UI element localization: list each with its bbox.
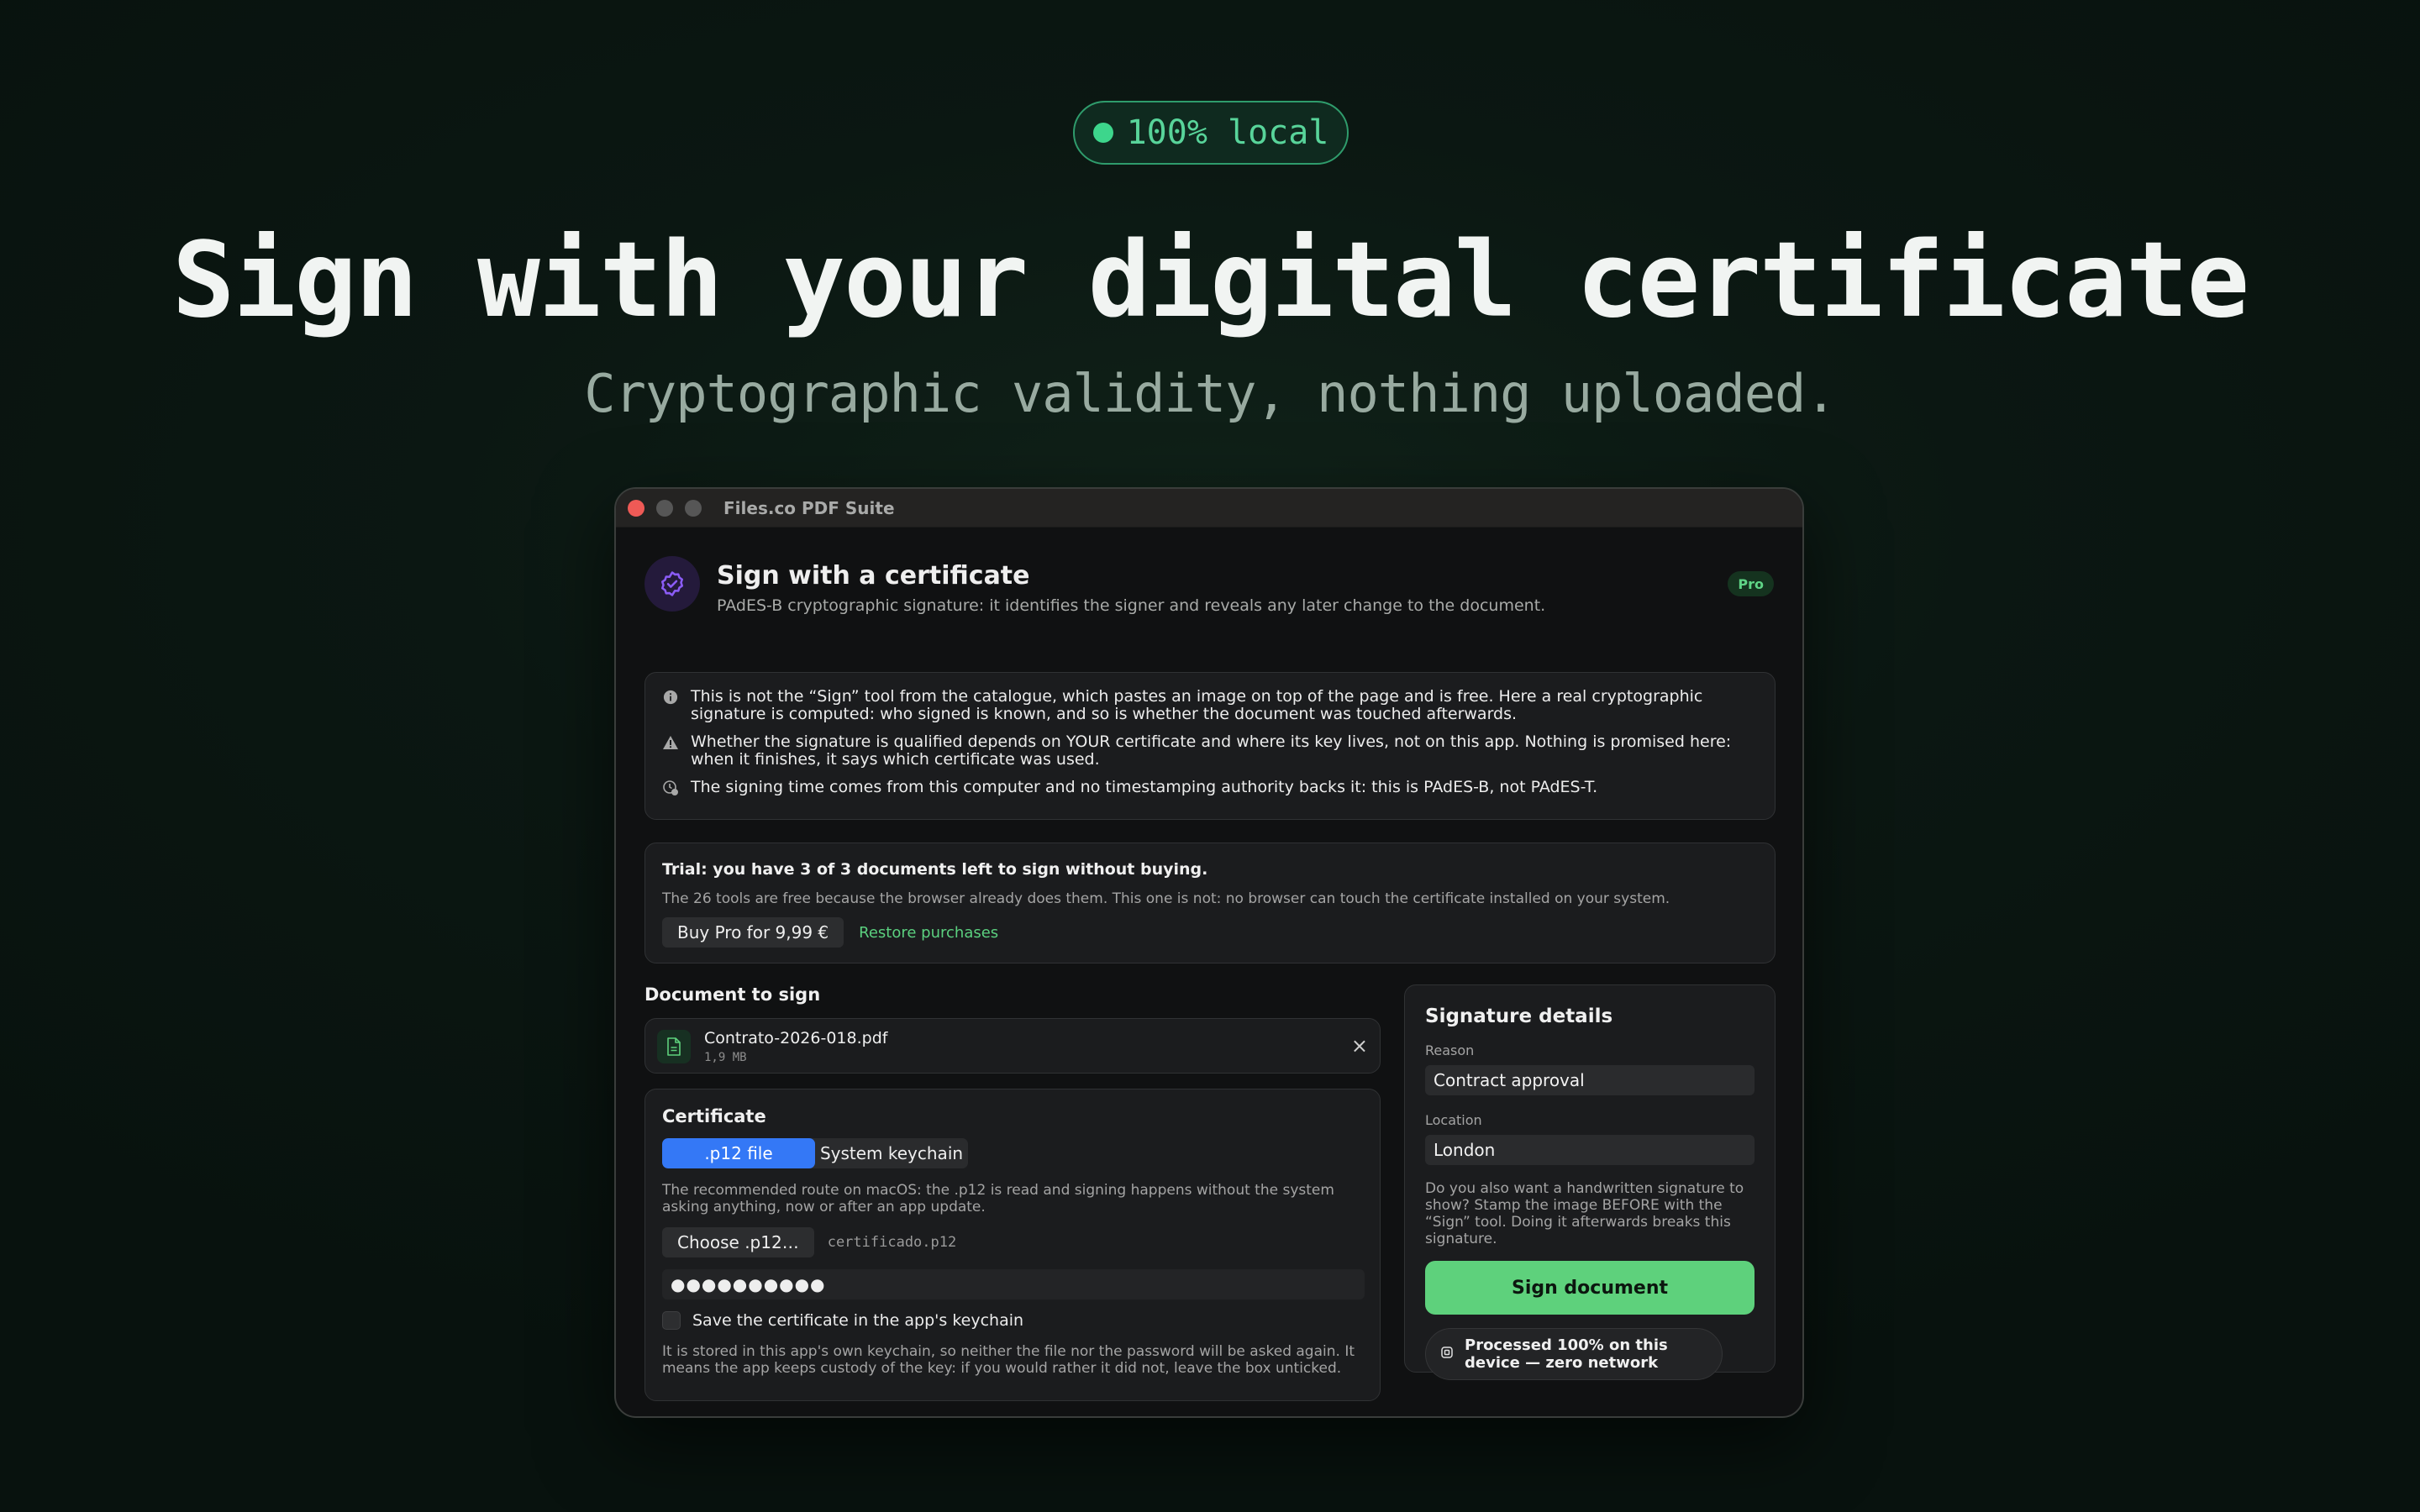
chip-icon xyxy=(1439,1345,1455,1363)
handwritten-note: Do you also want a handwritten signature… xyxy=(1425,1180,1744,1247)
local-badge-label: 100% local xyxy=(1126,113,1329,152)
location-label: Location xyxy=(1425,1112,1482,1128)
certificate-source-segmented-control: .p12 file System keychain xyxy=(662,1138,968,1168)
certificate-card: Certificate .p12 file System keychain Th… xyxy=(644,1089,1381,1401)
password-field[interactable]: ●●●●●●●●●● xyxy=(662,1269,1365,1299)
choose-p12-button[interactable]: Choose .p12… xyxy=(662,1227,814,1257)
zoom-window-button[interactable] xyxy=(685,499,702,517)
warning-icon xyxy=(662,734,679,751)
window-titlebar: Files.co PDF Suite xyxy=(616,489,1802,528)
pdf-file-icon xyxy=(657,1030,691,1063)
note-item: This is not the “Sign” tool from the cat… xyxy=(662,688,1758,723)
chosen-file-name: certificado.p12 xyxy=(827,1234,957,1251)
info-icon xyxy=(662,689,679,706)
trial-card: Trial: you have 3 of 3 documents left to… xyxy=(644,843,1776,963)
remove-file-close-icon[interactable]: × xyxy=(1351,1034,1368,1058)
trial-subtext: The 26 tools are free because the browse… xyxy=(662,890,1670,907)
local-processing-pill: Processed 100% on this device — zero net… xyxy=(1425,1328,1723,1380)
window-title: Files.co PDF Suite xyxy=(723,497,895,518)
reason-label: Reason xyxy=(1425,1042,1475,1058)
note-text: Whether the signature is qualified depen… xyxy=(691,732,1732,769)
clock-icon xyxy=(662,780,679,796)
local-processing-text: Processed 100% on this device — zero net… xyxy=(1465,1336,1668,1372)
selected-file-card: Contrato-2026-018.pdf 1,9 MB × xyxy=(644,1018,1381,1074)
local-badge: 100% local xyxy=(1073,101,1349,165)
trial-actions: Buy Pro for 9,99 € Restore purchases xyxy=(662,917,1758,948)
note-item: Whether the signature is qualified depen… xyxy=(662,733,1758,769)
reason-field[interactable]: Contract approval xyxy=(1425,1065,1754,1095)
save-keychain-label[interactable]: Save the certificate in the app's keycha… xyxy=(692,1311,1023,1330)
minimize-window-button[interactable] xyxy=(656,499,673,517)
location-field[interactable]: London xyxy=(1425,1135,1754,1165)
signature-details-heading: Signature details xyxy=(1425,1005,1613,1027)
tool-description: PAdES-B cryptographic signature: it iden… xyxy=(717,596,1546,615)
close-window-button[interactable] xyxy=(628,499,644,517)
note-text: The signing time comes from this compute… xyxy=(691,778,1598,796)
tool-header: Sign with a certificate PAdES-B cryptogr… xyxy=(644,556,1774,615)
signature-details-card: Signature details Reason Contract approv… xyxy=(1404,984,1776,1380)
pro-badge: Pro xyxy=(1728,571,1774,596)
restore-purchases-link[interactable]: Restore purchases xyxy=(859,924,998,942)
notes-card: This is not the “Sign” tool from the cat… xyxy=(644,672,1776,820)
sign-document-button[interactable]: Sign document xyxy=(1425,1261,1754,1315)
document-section-label: Document to sign xyxy=(644,984,821,1005)
certificate-badge-icon xyxy=(644,556,700,612)
save-keychain-row: Save the certificate in the app's keycha… xyxy=(662,1311,1363,1330)
choose-file-row: Choose .p12… certificado.p12 xyxy=(662,1227,1363,1257)
hero-subtitle: Cryptographic validity, nothing uploaded… xyxy=(584,363,1836,424)
keychain-footnote: It is stored in this app's own keychain,… xyxy=(662,1343,1355,1377)
certificate-description: The recommended route on macOS: the .p12… xyxy=(662,1182,1334,1215)
trial-heading: Trial: you have 3 of 3 documents left to… xyxy=(662,860,1208,879)
tab-system-keychain[interactable]: System keychain xyxy=(815,1138,968,1168)
note-text: This is not the “Sign” tool from the cat… xyxy=(691,687,1703,723)
file-name: Contrato-2026-018.pdf xyxy=(704,1029,888,1047)
certificate-heading: Certificate xyxy=(662,1106,766,1126)
tab-p12-file[interactable]: .p12 file xyxy=(662,1138,815,1168)
save-keychain-checkbox[interactable] xyxy=(662,1311,681,1330)
tool-title: Sign with a certificate xyxy=(717,561,1030,591)
app-window: Files.co PDF Suite Sign with a certifica… xyxy=(614,487,1804,1418)
buy-pro-button[interactable]: Buy Pro for 9,99 € xyxy=(662,917,844,948)
status-dot-icon xyxy=(1092,123,1113,143)
hero-title: Sign with your digital certificate xyxy=(171,220,2249,341)
file-size: 1,9 MB xyxy=(704,1051,747,1064)
note-item: The signing time comes from this compute… xyxy=(662,779,1758,796)
